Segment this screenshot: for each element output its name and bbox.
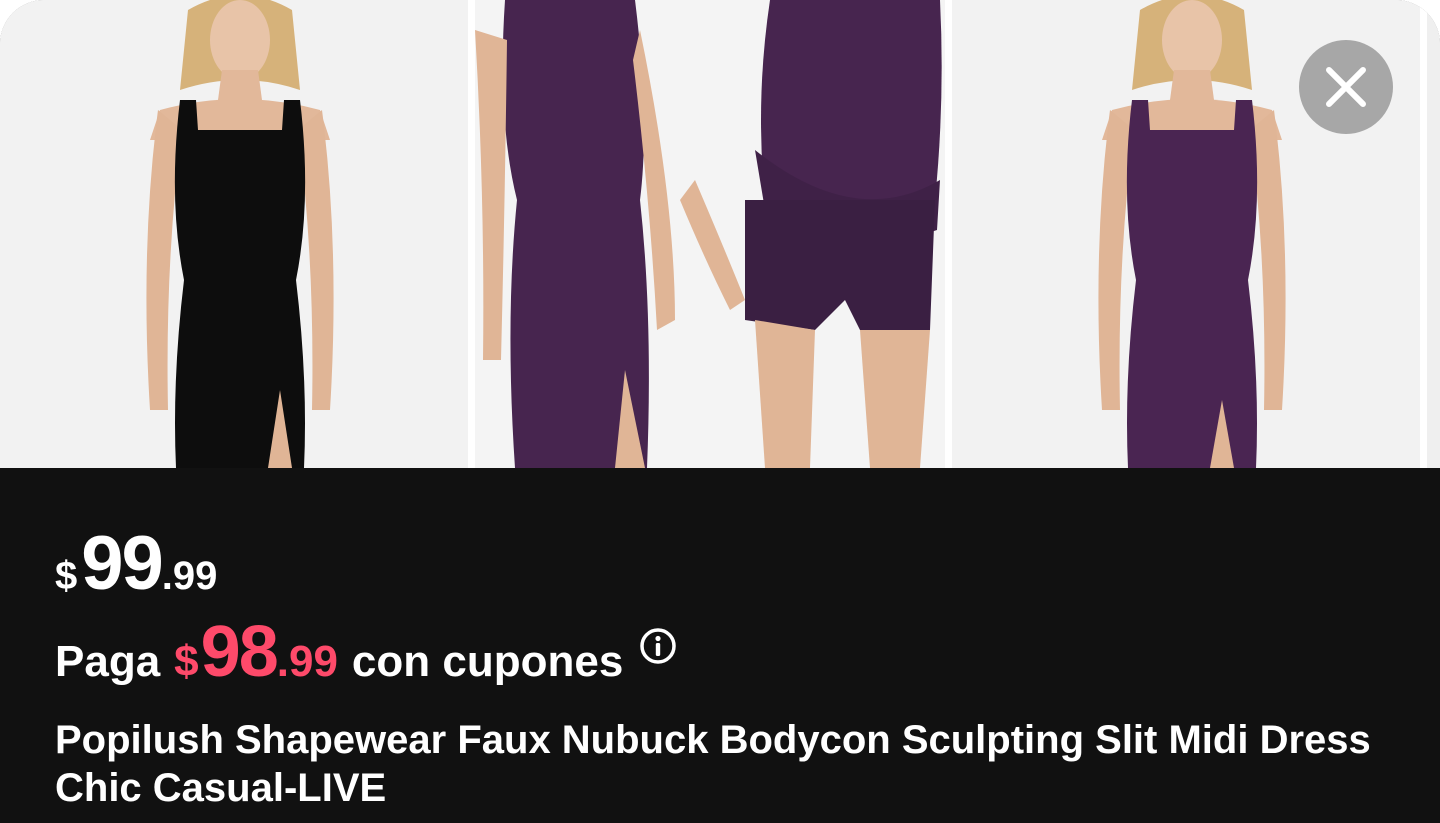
product-title: Popilush Shapewear Faux Nubuck Bodycon S… <box>55 718 1371 810</box>
price-currency: $ <box>55 554 78 598</box>
coupon-prefix: Paga <box>55 637 161 686</box>
coupon-price-row[interactable]: Paga $ 98 .99 con cupones <box>55 616 677 688</box>
product-info-panel: $ 99 .99 Paga $ 98 .99 con cupones Popil… <box>0 468 1440 823</box>
price-decimal: .99 <box>161 554 218 598</box>
coupon-price-integer: 98 <box>200 612 279 692</box>
gallery-divider <box>1420 0 1427 468</box>
product-price: $ 99 .99 <box>55 526 217 602</box>
price-integer: 99 <box>81 521 164 606</box>
product-photo-purple-front[interactable] <box>475 0 945 468</box>
product-photo-next-peek[interactable] <box>1427 0 1440 468</box>
product-photo-black-dress[interactable] <box>0 0 468 468</box>
close-icon <box>1326 67 1366 107</box>
product-image-gallery[interactable] <box>0 0 1440 468</box>
coupon-currency: $ <box>174 637 199 686</box>
gallery-divider <box>945 0 952 468</box>
coupon-price-decimal: .99 <box>276 637 338 686</box>
product-sheet: $ 99 .99 Paga $ 98 .99 con cupones Popil… <box>0 0 1440 823</box>
close-button[interactable] <box>1299 40 1393 134</box>
coupon-suffix: con cupones <box>351 637 624 686</box>
info-icon[interactable] <box>639 627 677 665</box>
gallery-divider <box>468 0 475 468</box>
